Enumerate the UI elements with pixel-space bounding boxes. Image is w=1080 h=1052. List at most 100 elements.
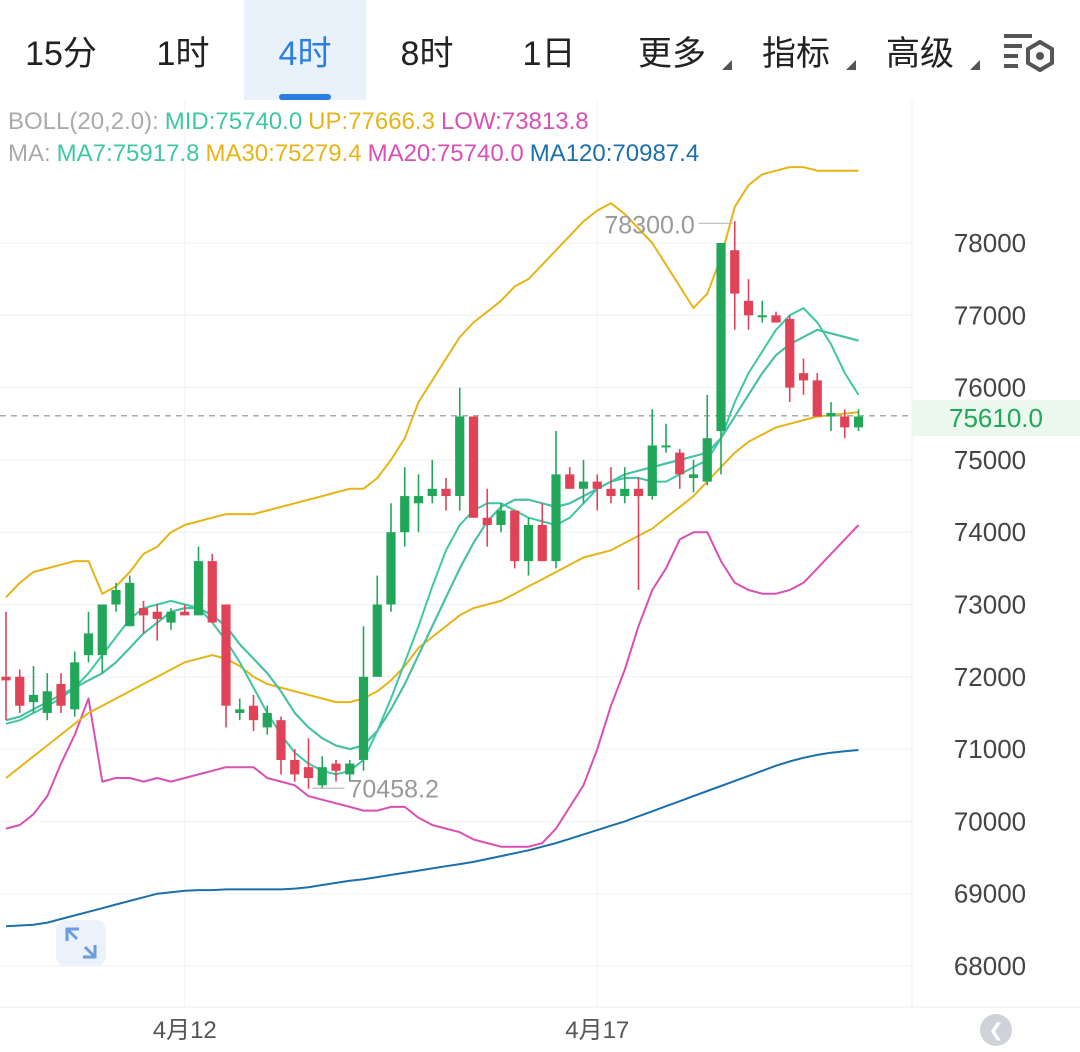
series-line-ma7 <box>5 307 860 776</box>
current-price-tag: 75610.0 <box>912 400 1080 436</box>
candle-body <box>688 474 699 478</box>
candle-body <box>152 611 162 619</box>
candle-body <box>303 767 314 779</box>
candle-body <box>675 452 685 475</box>
candle-body <box>180 611 190 616</box>
series-line-up <box>5 166 859 598</box>
candle-body <box>427 488 437 497</box>
tab-label: 1时 <box>156 34 210 73</box>
candle-body <box>702 438 712 482</box>
candle-body <box>42 691 52 713</box>
ma30-value: MA30:75279.4 <box>205 140 362 167</box>
y-tick-label: 78000 <box>954 228 1026 258</box>
candle-body <box>798 373 809 381</box>
candle-body <box>592 481 602 489</box>
candle-body <box>221 604 231 706</box>
candle-body <box>15 676 25 706</box>
tab-7[interactable]: 指标 <box>734 0 858 100</box>
x-tick-label: 4月12 <box>153 1017 217 1044</box>
candle-body <box>606 488 616 497</box>
tab-label: 15分 <box>25 34 97 73</box>
candle-body <box>523 524 534 562</box>
candle-body <box>785 318 795 388</box>
y-tick-label: 75000 <box>954 445 1026 475</box>
candle-body <box>496 510 506 525</box>
tab-label: 8时 <box>400 34 454 73</box>
candle-body <box>840 416 850 428</box>
candle-body <box>510 510 520 562</box>
candle-body <box>757 315 767 318</box>
low-price-label: 70458.2 <box>349 775 439 803</box>
dropdown-caret-icon <box>846 60 856 70</box>
candle-body <box>358 676 369 760</box>
candle-body <box>743 300 754 316</box>
ma-legend: MA: MA7:75917.8 MA30:75279.4 MA20:75740.0 MA… <box>8 140 705 168</box>
candle-body <box>125 582 135 627</box>
candle-body <box>620 488 630 497</box>
candle-body <box>193 561 204 616</box>
candle-body <box>647 445 657 497</box>
candle-body <box>578 481 589 489</box>
candle-body <box>1 676 11 681</box>
tab-1[interactable]: 15分 <box>0 0 122 100</box>
candle-body <box>400 496 410 533</box>
chart-canvas: 78000 77000 76000 75000 74000 73000 72000 71000… <box>0 100 1080 1044</box>
tab-8[interactable]: 高级 <box>858 0 982 100</box>
candle-body <box>468 416 479 518</box>
tab-5[interactable]: 1日 <box>488 0 610 100</box>
ma20-value: MA20:75740.0 <box>367 140 524 167</box>
candle-body <box>441 488 451 497</box>
tab-label: 更多 <box>638 34 706 73</box>
tab-6[interactable]: 更多 <box>610 0 734 100</box>
candle-body <box>853 416 864 428</box>
tab-label: 高级 <box>886 34 954 73</box>
series-line-ma20 <box>5 328 859 751</box>
candle-body <box>551 474 561 562</box>
candlestick-chart[interactable]: 78000 77000 76000 75000 74000 73000 72000 71000… <box>0 100 1080 1047</box>
candle-body <box>235 709 245 713</box>
candle-body <box>386 532 396 605</box>
candle-body <box>633 488 644 497</box>
candle-body <box>207 561 217 623</box>
candle-body <box>248 705 259 721</box>
candle-body <box>56 684 66 706</box>
candle-body <box>97 604 107 656</box>
high-price-label: 78300.0 <box>604 211 694 239</box>
candle-body <box>372 604 382 677</box>
candle-body <box>537 524 547 562</box>
candle-body <box>138 608 149 616</box>
candle-body <box>111 590 121 605</box>
tab-4[interactable]: 8时 <box>366 0 488 100</box>
y-tick-label: 72000 <box>954 662 1026 692</box>
ma7-value: MA7:75917.8 <box>56 140 200 167</box>
timeframe-tabbar: 15分 1时 4时 8时 1日 更多 指标 高级 <box>0 0 1080 100</box>
boll-up-value: UP:77666.3 <box>308 108 435 135</box>
candle-body <box>290 759 300 775</box>
chart-settings-icon[interactable] <box>1000 28 1058 74</box>
candle-body <box>826 412 836 417</box>
y-tick-label: 74000 <box>954 517 1026 547</box>
candle-body <box>70 662 80 710</box>
y-tick-label: 73000 <box>954 590 1026 620</box>
boll-legend-name: BOLL(20,2.0): <box>8 108 159 135</box>
candle-body <box>83 633 94 656</box>
dropdown-caret-icon <box>722 60 732 70</box>
candle-body <box>28 694 39 703</box>
candle-body <box>482 517 492 525</box>
y-tick-label: 76000 <box>954 373 1026 403</box>
candle-body <box>262 712 272 728</box>
tab-label: 4时 <box>278 34 332 73</box>
ma-legend-name: MA: <box>8 140 51 167</box>
boll-legend: BOLL(20,2.0): MID:75740.0 UP:77666.3 LOW:73… <box>8 108 595 136</box>
candle-body <box>771 315 781 323</box>
y-tick-label: 77000 <box>954 300 1026 330</box>
expand-chart-icon[interactable] <box>56 920 106 966</box>
tab-2[interactable]: 1时 <box>122 0 244 100</box>
candle-body <box>276 720 286 760</box>
series-line-mid <box>5 328 859 751</box>
boll-mid-value: MID:75740.0 <box>164 108 303 135</box>
ma120-value: MA120:70987.4 <box>529 140 700 167</box>
candle-body <box>317 767 327 786</box>
tab-3[interactable]: 4时 <box>244 0 366 100</box>
scroll-to-latest-icon[interactable]: ❮ <box>980 1014 1012 1046</box>
